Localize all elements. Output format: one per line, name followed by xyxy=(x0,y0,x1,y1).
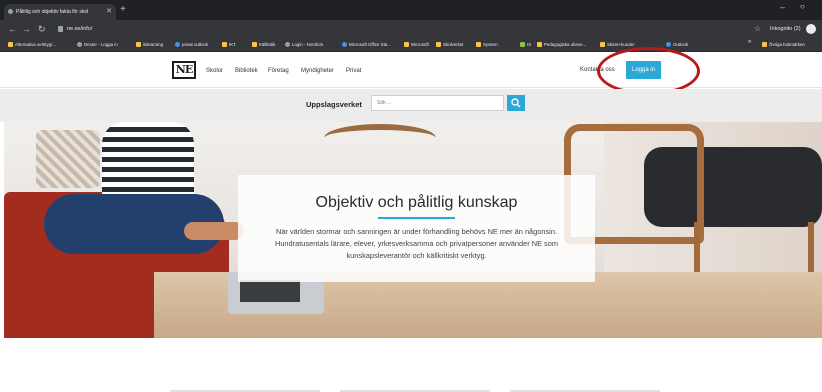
bookmark-item[interactable]: IS xyxy=(520,40,531,50)
bookmark-item[interactable]: Login - Nomfors xyxy=(285,40,323,50)
nav-foretag[interactable]: Företag xyxy=(268,67,289,75)
minimize-icon[interactable]: – xyxy=(780,2,785,12)
search-label: Uppslagsverket xyxy=(306,100,362,109)
hero-text: När världen stormar och sanningen är und… xyxy=(274,227,559,260)
bookmark-item[interactable]: itslearning xyxy=(136,40,163,50)
lock-icon xyxy=(58,26,63,32)
forward-icon[interactable]: → xyxy=(22,22,31,36)
browser-tab[interactable]: Pålitlig och objektiv fakta för skol ✕ xyxy=(4,4,116,20)
page: NE Skolor Bibliotek Företag Myndigheter … xyxy=(0,47,822,392)
hero-wooden-chair xyxy=(324,124,436,152)
bookmark-item[interactable]: IKT xyxy=(222,40,236,50)
address-bar[interactable]: ne.se/info/ xyxy=(67,23,92,35)
search-band: Uppslagsverket xyxy=(0,89,822,122)
browser-tab-bar: Pålitlig och objektiv fakta för skol ✕ +… xyxy=(0,0,822,20)
bookmark-item[interactable]: Pedagogiska obese... xyxy=(537,40,586,50)
search-icon xyxy=(511,98,521,108)
more-bookmarks-icon[interactable]: » xyxy=(748,39,751,45)
search-input[interactable] xyxy=(371,95,504,111)
nav-bibliotek[interactable]: Bibliotek xyxy=(235,67,258,75)
new-tab-icon[interactable]: + xyxy=(120,3,126,17)
bookmark-item[interactable]: Microsoft xyxy=(404,40,429,50)
nav-myndigheter[interactable]: Myndigheter xyxy=(301,67,334,75)
bookmarks-bar: Alternativa verktyg/... Dexter - Logga in… xyxy=(0,38,822,52)
restore-icon[interactable]: ○ xyxy=(800,2,805,11)
bookmark-item[interactable]: Skolverket xyxy=(436,40,464,50)
nav-privat[interactable]: Privat xyxy=(346,67,361,75)
site-header: NE Skolor Bibliotek Företag Myndigheter … xyxy=(0,47,822,95)
incognito-icon[interactable] xyxy=(806,24,816,34)
tab-title: Pålitlig och objektiv fakta för skol xyxy=(16,9,89,15)
bookmark-item[interactable]: Källkritik xyxy=(252,40,275,50)
back-icon[interactable]: ← xyxy=(8,22,17,36)
nav-skolor[interactable]: Skolor xyxy=(206,67,223,75)
incognito-label: Inkognito (2) xyxy=(770,26,801,32)
hero-person-arm xyxy=(184,222,244,240)
tab-favicon-icon xyxy=(8,9,13,14)
hero-laptop-keyboard xyxy=(240,280,300,302)
ne-logo[interactable]: NE xyxy=(172,61,196,79)
hero-title: Objektiv och pålitlig kunskap xyxy=(315,194,518,211)
bookmark-item[interactable]: Övriga bokmärken xyxy=(762,40,805,50)
hero-person xyxy=(102,122,194,202)
highlight-circle-annotation xyxy=(597,47,700,95)
browser-toolbar: ← → ↻ ne.se/info/ ☆ Inkognito (2) xyxy=(0,20,822,38)
reload-icon[interactable]: ↻ xyxy=(38,22,46,36)
bookmark-item[interactable]: privat outlook xyxy=(175,40,208,50)
bookmark-item[interactable]: Dexter - Logga in xyxy=(77,40,118,50)
hero-card: Objektiv och pålitlig kunskap När världe… xyxy=(238,175,595,282)
bookmark-item[interactable]: Microsoft Office Sta... xyxy=(342,40,391,50)
bookmark-item[interactable]: Alternativa verktyg/... xyxy=(8,40,56,50)
search-button[interactable] xyxy=(507,95,525,111)
hero-title-underline xyxy=(378,217,455,219)
hero-blanket xyxy=(36,130,100,188)
tab-close-icon[interactable]: ✕ xyxy=(106,4,112,20)
bookmark-star-icon[interactable]: ☆ xyxy=(754,22,761,36)
bookmark-item[interactable]: System xyxy=(476,40,498,50)
